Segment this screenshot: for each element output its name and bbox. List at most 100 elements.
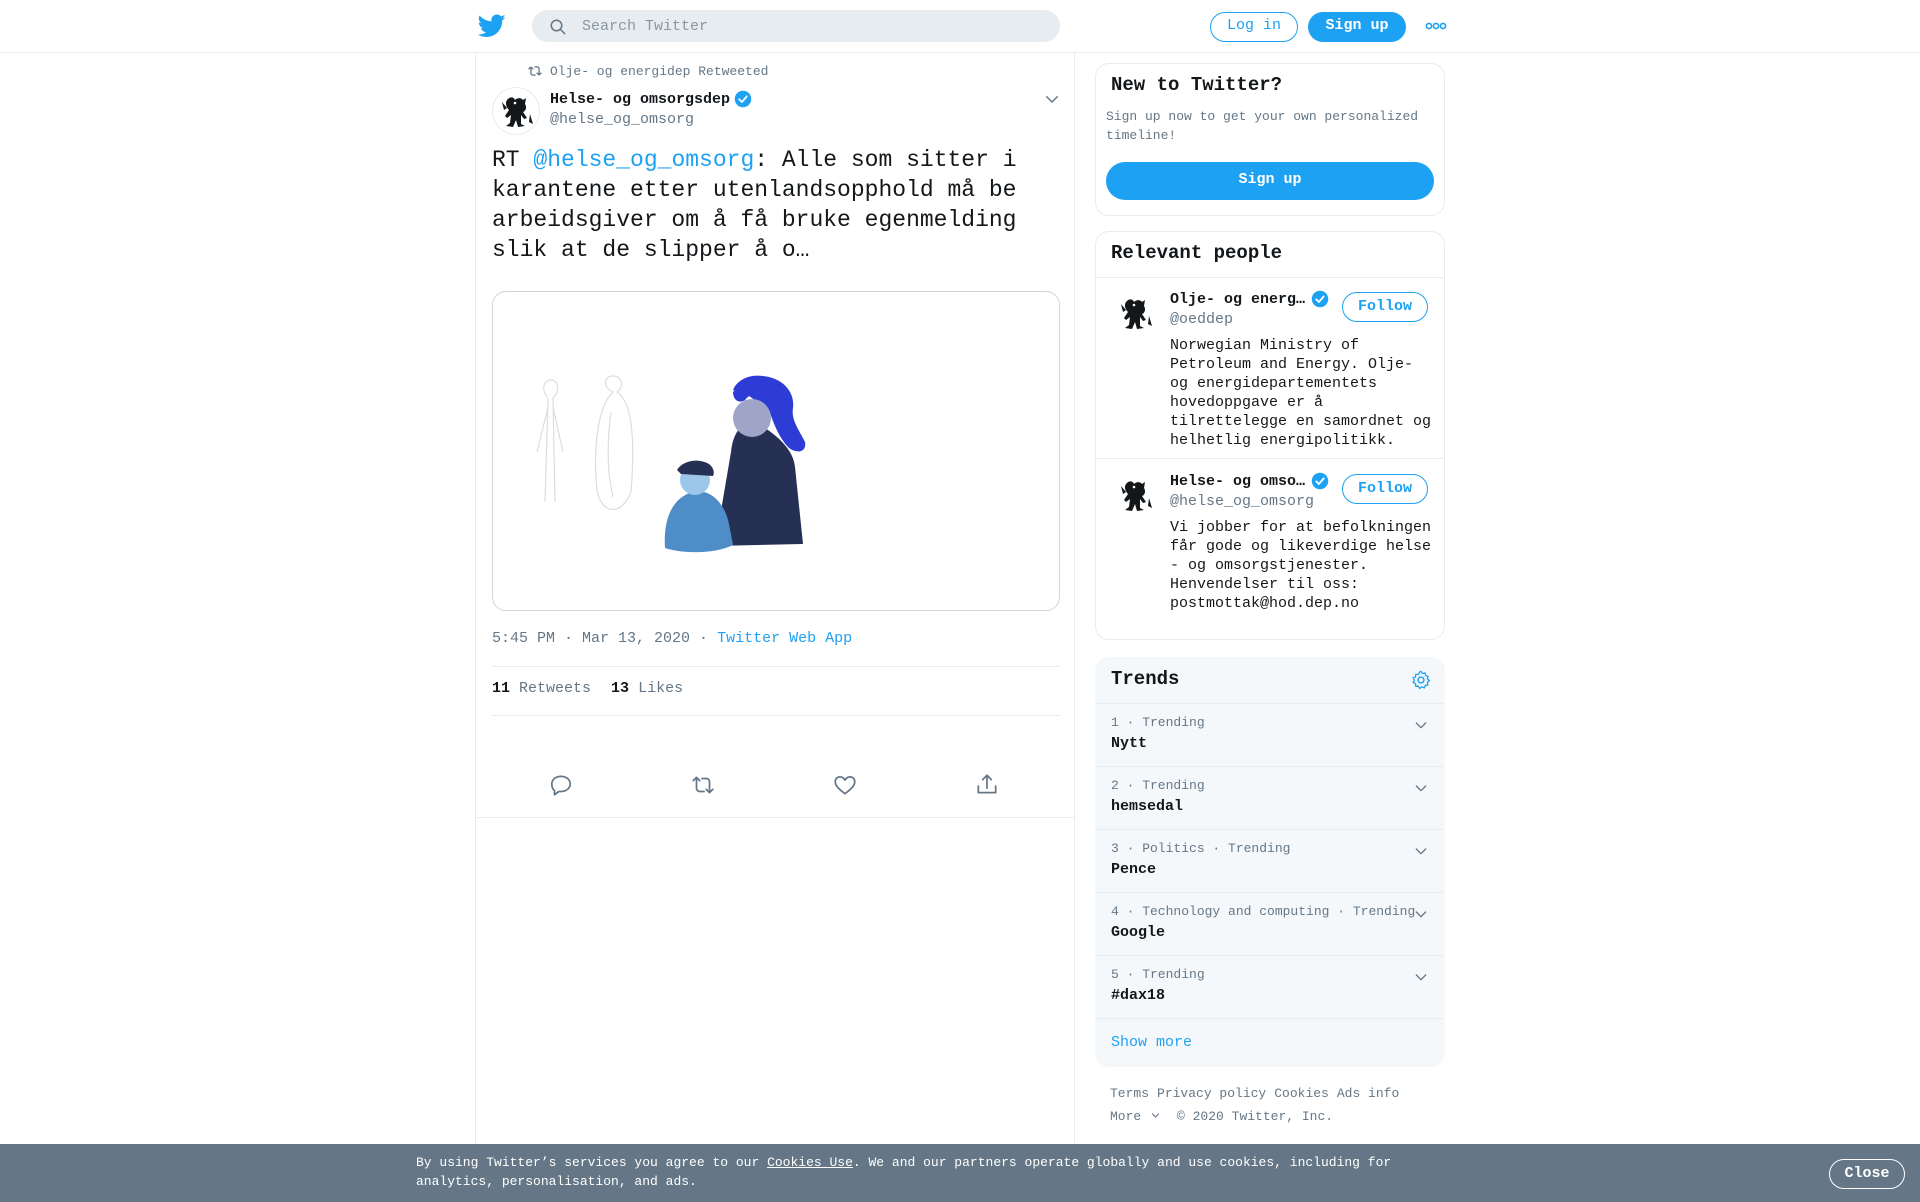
trend-item[interactable]: 1 · Trending Nytt — [1096, 703, 1444, 766]
source-app-link[interactable]: Twitter Web App — [717, 630, 852, 647]
trend-meta: 3 · Politics · Trending — [1111, 841, 1291, 856]
person-name-text[interactable]: Olje- og energ… — [1170, 291, 1305, 308]
tweet-text-prefix: RT — [492, 147, 534, 173]
gear-icon[interactable] — [1410, 669, 1432, 691]
trend-item[interactable]: 5 · Trending #dax18 — [1096, 955, 1444, 1018]
retweets-label: Retweets — [519, 680, 592, 697]
like-heart-icon[interactable] — [832, 772, 858, 798]
quarantine-illustration — [536, 375, 806, 553]
footer-link-cookies[interactable]: Cookies — [1274, 1086, 1329, 1101]
trend-item[interactable]: 4 · Technology and computing · Trending … — [1096, 892, 1444, 955]
top-bar: Log in Sign up — [0, 0, 1920, 53]
meta-separator: · — [690, 630, 718, 647]
trend-name[interactable]: Google — [1111, 924, 1165, 941]
retweets-stat[interactable]: 11 Retweets — [492, 680, 591, 697]
chevron-down-icon[interactable] — [1413, 969, 1429, 985]
verified-badge-icon — [734, 90, 752, 108]
person-name-text[interactable]: Helse- og omso… — [1170, 473, 1305, 490]
person-handle[interactable]: @helse_og_omsorg — [1170, 493, 1314, 510]
cookie-text: By using Twitter’s services you agree to… — [416, 1153, 1416, 1191]
relevant-people-card: Relevant people Olje- og energ… @oeddep … — [1095, 231, 1445, 640]
search-box[interactable] — [532, 10, 1060, 42]
trend-name[interactable]: Pence — [1111, 861, 1156, 878]
follow-button[interactable]: Follow — [1342, 292, 1428, 322]
share-icon[interactable] — [974, 772, 1000, 798]
show-more-link[interactable]: Show more — [1096, 1018, 1444, 1066]
tweet-timestamp[interactable]: 5:45 PM · Mar 13, 2020 — [492, 630, 690, 647]
signup-button[interactable]: Sign up — [1308, 12, 1406, 42]
sidebar-signup-button[interactable]: Sign up — [1106, 162, 1434, 200]
trend-name[interactable]: hemsedal — [1111, 798, 1183, 815]
person-avatar[interactable] — [1112, 290, 1160, 338]
author-name-text[interactable]: Helse- og omsorgsdep — [550, 91, 730, 108]
trend-name[interactable]: #dax18 — [1111, 987, 1165, 1004]
chevron-down-icon — [1152, 1113, 1160, 1118]
divider — [1096, 458, 1444, 459]
tweet-media-card[interactable] — [492, 291, 1060, 611]
norway-lion-coat-of-arms-icon — [502, 97, 533, 127]
chevron-down-icon[interactable] — [1413, 780, 1429, 796]
trend-meta: 2 · Trending — [1111, 778, 1205, 793]
reply-icon[interactable] — [548, 772, 574, 798]
chevron-down-icon[interactable] — [1413, 843, 1429, 859]
footer-second-row: More © 2020 Twitter, Inc. — [1110, 1105, 1440, 1128]
trend-item[interactable]: 2 · Trending hemsedal — [1096, 766, 1444, 829]
norway-lion-coat-of-arms-icon — [1121, 481, 1152, 511]
trends-card: Trends 1 · Trending Nytt 2 · Trending he… — [1095, 657, 1445, 1067]
follow-button[interactable]: Follow — [1342, 474, 1428, 504]
trend-item[interactable]: 3 · Politics · Trending Pence — [1096, 829, 1444, 892]
verified-badge-icon — [1311, 472, 1329, 490]
search-icon — [550, 19, 566, 35]
tweet-stats: 11 Retweets 13 Likes — [492, 680, 683, 697]
new-to-twitter-title: New to Twitter? — [1111, 74, 1283, 96]
divider — [476, 817, 1074, 818]
more-dots-icon[interactable] — [1425, 22, 1447, 30]
person-avatar[interactable] — [1112, 472, 1160, 520]
person-handle[interactable]: @oeddep — [1170, 311, 1233, 328]
footer-link-privacy[interactable]: Privacy policy — [1157, 1086, 1266, 1101]
mention-link[interactable]: @helse_og_omsorg — [533, 147, 754, 173]
tweet-text: RT @helse_og_omsorg: Alle som sitter i k… — [492, 145, 1052, 265]
retweet-action-icon[interactable] — [690, 772, 716, 798]
author-name[interactable]: Helse- og omsorgsdep — [550, 90, 752, 108]
footer-link-ads-info[interactable]: Ads info — [1337, 1086, 1399, 1101]
author-handle[interactable]: @helse_og_omsorg — [550, 111, 694, 128]
chevron-down-icon[interactable] — [1413, 717, 1429, 733]
footer-links-row: Terms Privacy policy Cookies Ads info — [1110, 1082, 1440, 1105]
footer-more-label[interactable]: More — [1110, 1109, 1141, 1124]
chevron-down-icon[interactable] — [1043, 90, 1061, 108]
trends-title: Trends — [1111, 668, 1180, 690]
divider — [492, 666, 1060, 667]
cookie-consent-bar: By using Twitter’s services you agree to… — [0, 1144, 1920, 1202]
relevant-people-title: Relevant people — [1111, 242, 1283, 264]
footer-more-menu[interactable]: More — [1110, 1109, 1161, 1124]
login-button[interactable]: Log in — [1210, 12, 1298, 42]
likes-count: 13 — [611, 680, 630, 697]
tweet-meta: 5:45 PM · Mar 13, 2020 · Twitter Web App — [492, 630, 852, 647]
trend-meta: 5 · Trending — [1111, 967, 1205, 982]
retweet-icon — [528, 66, 542, 76]
chevron-down-icon[interactable] — [1413, 906, 1429, 922]
person-name[interactable]: Olje- og energ… — [1170, 290, 1329, 308]
cookie-text-before: By using Twitter’s services you agree to… — [416, 1155, 768, 1170]
retweeted-by-text[interactable]: Olje- og energidep Retweeted — [550, 64, 768, 79]
tweet-column: Olje- og energidep Retweeted Helse- og o… — [475, 53, 1075, 1202]
new-to-twitter-card: New to Twitter? Sign up now to get your … — [1095, 63, 1445, 216]
author-avatar[interactable] — [492, 87, 540, 135]
divider — [1096, 277, 1444, 278]
search-input[interactable] — [582, 10, 1042, 42]
trend-name[interactable]: Nytt — [1111, 735, 1147, 752]
copyright: © 2020 Twitter, Inc. — [1177, 1109, 1334, 1124]
cookies-use-link[interactable]: Cookies Use — [767, 1155, 853, 1170]
person-bio: Norwegian Ministry of Petroleum and Ener… — [1170, 337, 1432, 449]
footer-link-terms[interactable]: Terms — [1110, 1086, 1149, 1101]
cookie-close-button[interactable]: Close — [1829, 1159, 1905, 1189]
divider — [492, 715, 1060, 716]
trend-meta: 1 · Trending — [1111, 715, 1205, 730]
twitter-bird-icon[interactable] — [478, 14, 506, 38]
new-to-twitter-subtitle: Sign up now to get your own personalized… — [1106, 109, 1419, 143]
verified-badge-icon — [1311, 290, 1329, 308]
person-name[interactable]: Helse- og omso… — [1170, 472, 1329, 490]
likes-stat[interactable]: 13 Likes — [611, 680, 683, 697]
norway-lion-coat-of-arms-icon — [1121, 299, 1152, 329]
